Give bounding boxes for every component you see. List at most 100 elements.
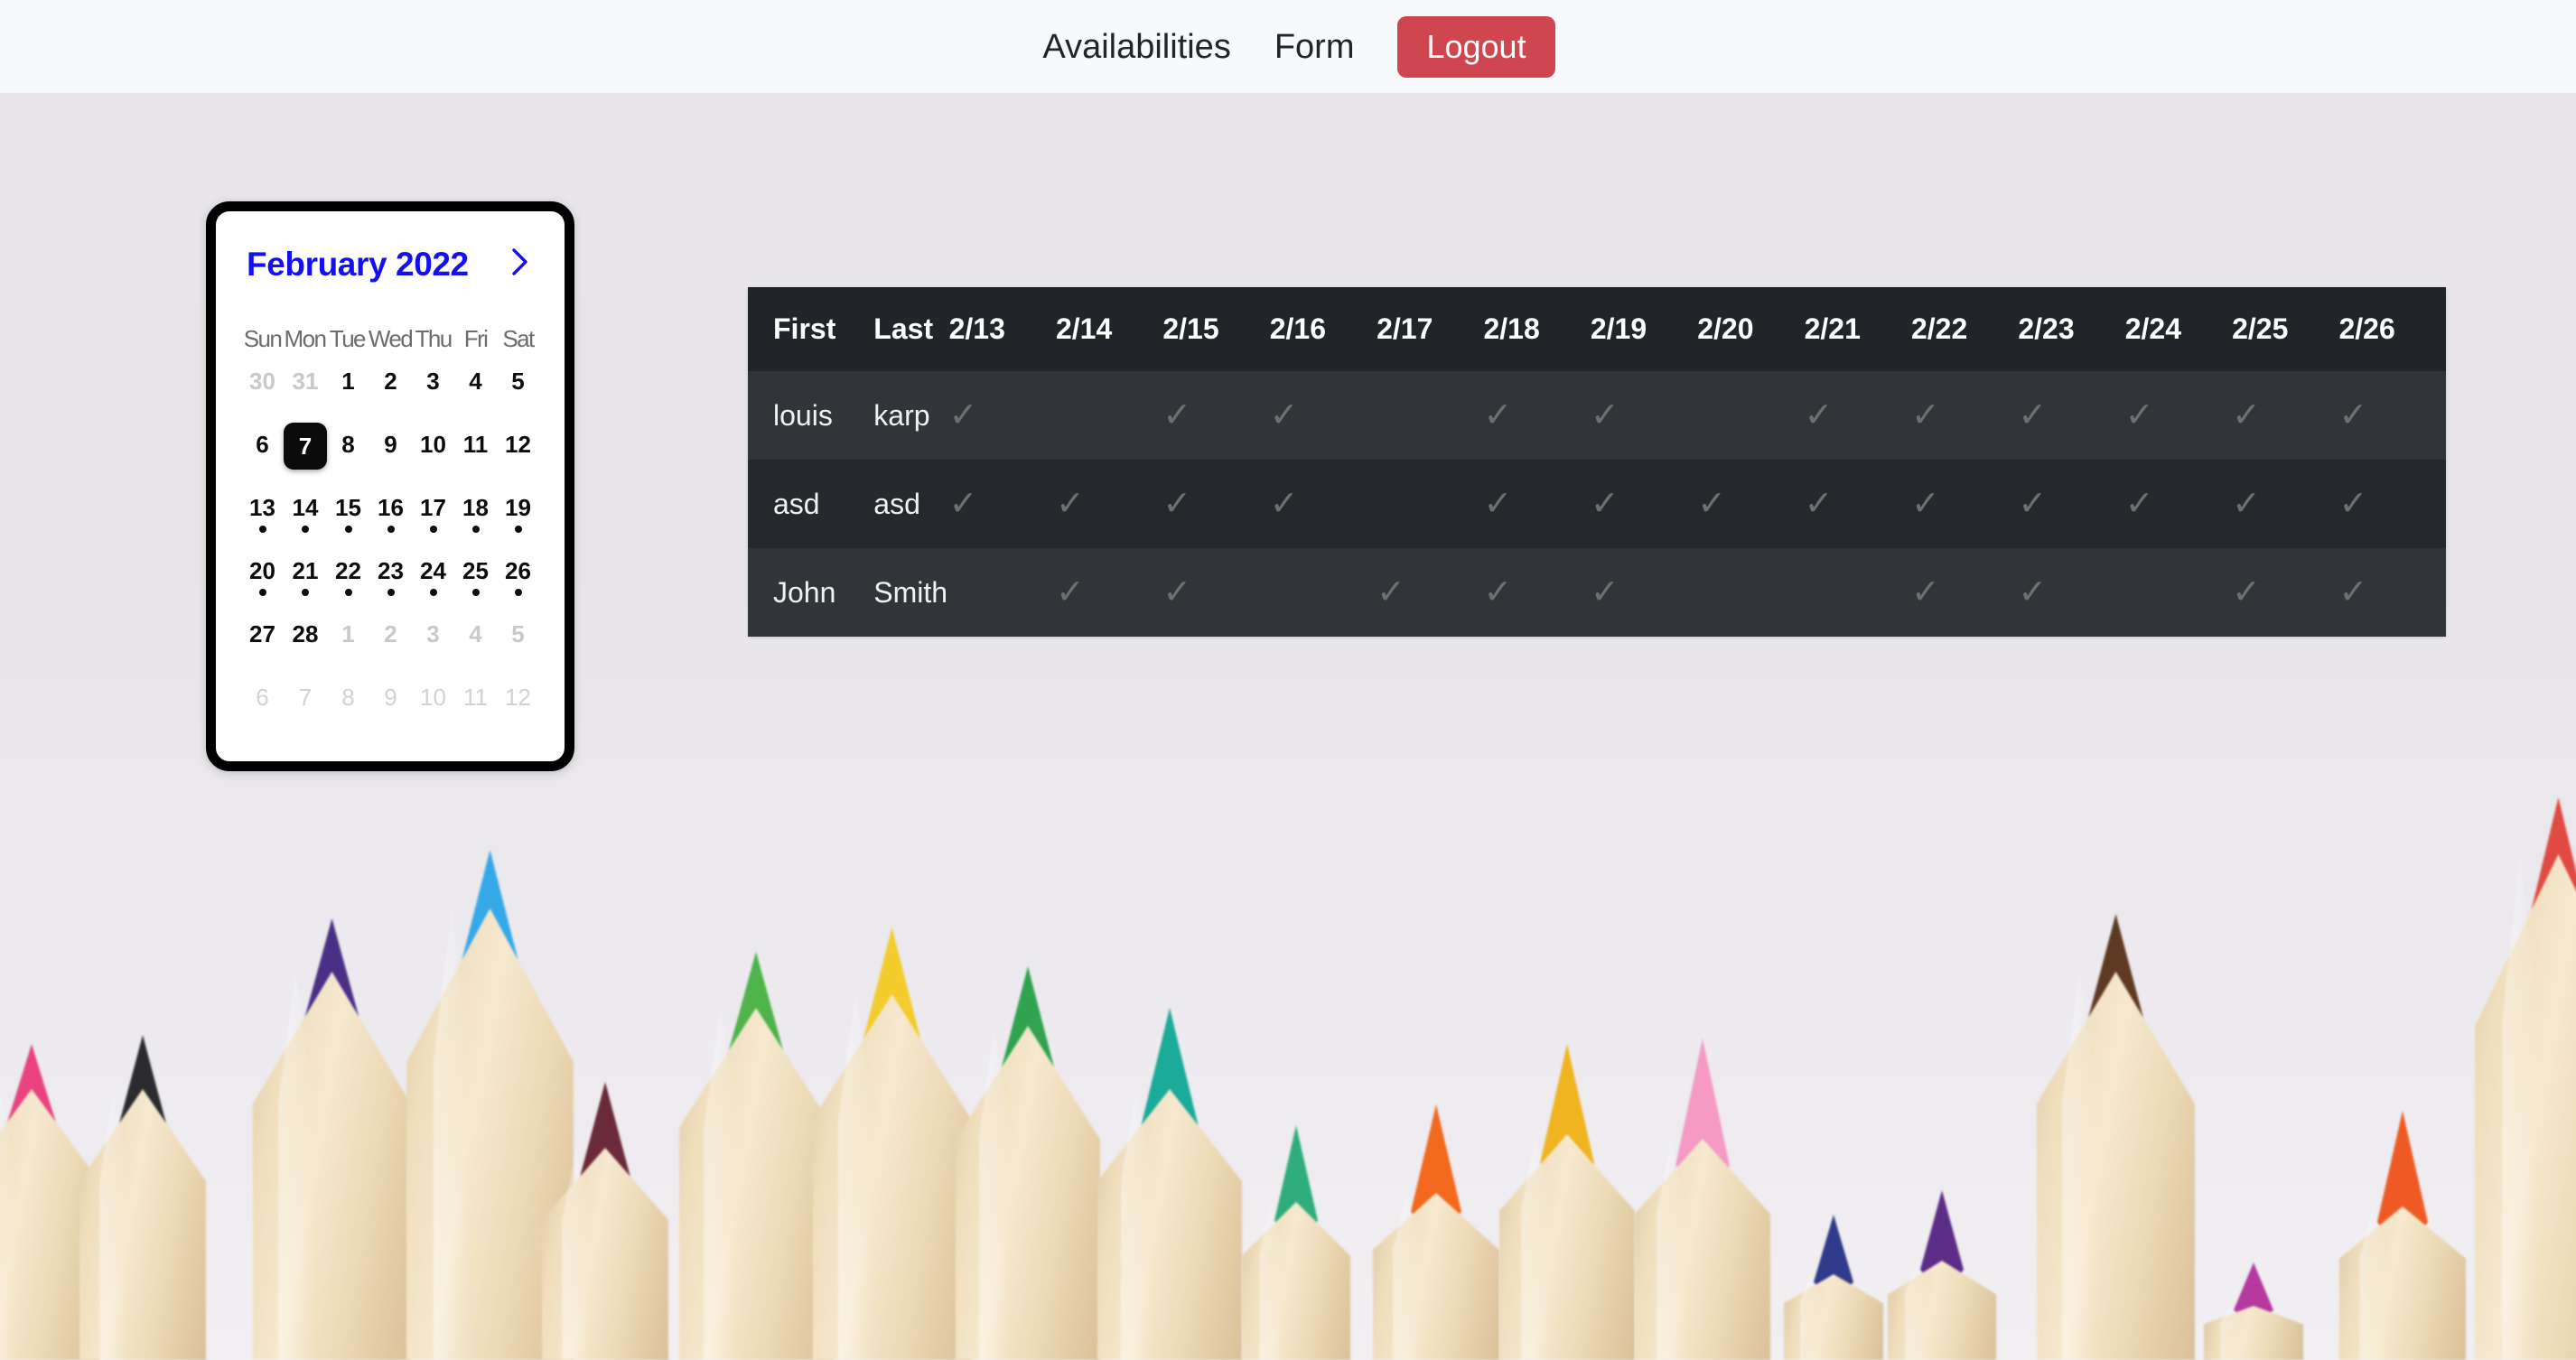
cell-availability-2-13[interactable]: ✓ — [948, 548, 1056, 637]
cell-availability-2-14[interactable]: ✓ — [1055, 371, 1163, 460]
cell-availability-2-20[interactable]: ✓ — [1697, 371, 1805, 460]
calendar-day-availability-dot — [344, 526, 352, 533]
cell-availability-2-23[interactable]: ✓ — [2018, 371, 2125, 460]
table-header-last: Last — [848, 287, 949, 371]
calendar-day-3[interactable]: 3 — [412, 368, 454, 431]
cell-availability-2-17[interactable]: ✓ — [1377, 460, 1484, 548]
cell-availability-2-20[interactable]: ✓ — [1697, 548, 1805, 637]
logout-button[interactable]: Logout — [1397, 15, 1555, 78]
cell-availability-2-16[interactable]: ✓ — [1269, 548, 1377, 637]
cell-availability-2-22[interactable]: ✓ — [1910, 371, 2019, 460]
calendar-day-5[interactable]: 5 — [497, 368, 539, 431]
calendar-day-28[interactable]: 28 — [284, 620, 327, 684]
calendar-day-8[interactable]: 8 — [327, 684, 369, 747]
calendar-day-number: 27 — [249, 620, 275, 647]
cell-availability-2-26[interactable]: ✓ — [2338, 460, 2446, 548]
calendar-day-14[interactable]: 14 — [284, 494, 327, 557]
calendar-day-1[interactable]: 1 — [327, 368, 369, 431]
calendar-day-11[interactable]: 11 — [454, 431, 497, 494]
calendar-day-6[interactable]: 6 — [241, 431, 284, 494]
cell-availability-2-24[interactable]: ✓ — [2124, 460, 2233, 548]
cell-availability-2-19[interactable]: ✓ — [1590, 371, 1698, 460]
cell-availability-2-23[interactable]: ✓ — [2018, 548, 2125, 637]
calendar-day-10[interactable]: 10 — [412, 431, 454, 494]
cell-availability-2-26[interactable]: ✓ — [2338, 371, 2446, 460]
cell-availability-2-16[interactable]: ✓ — [1269, 371, 1377, 460]
calendar-day-24[interactable]: 24 — [412, 557, 454, 620]
pencil-5 — [542, 1039, 668, 1360]
cell-availability-2-13[interactable]: ✓ — [948, 460, 1056, 548]
calendar-day-22[interactable]: 22 — [327, 557, 369, 620]
calendar-day-16[interactable]: 16 — [369, 494, 412, 557]
cell-availability-2-15[interactable]: ✓ — [1162, 548, 1270, 637]
calendar-day-30[interactable]: 30 — [241, 368, 284, 431]
cell-availability-2-18[interactable]: ✓ — [1483, 460, 1591, 548]
cell-availability-2-25[interactable]: ✓ — [2232, 460, 2339, 548]
calendar-day-10[interactable]: 10 — [412, 684, 454, 747]
calendar-day-20[interactable]: 20 — [241, 557, 284, 620]
nav-link-availabilities[interactable]: Availabilities — [1021, 30, 1252, 64]
cell-availability-2-24[interactable]: ✓ — [2124, 371, 2233, 460]
table-row: JohnSmith✓✓✓✓✓✓✓✓✓✓✓✓✓✓ — [748, 548, 2446, 637]
calendar-day-7[interactable]: 7 — [284, 423, 327, 494]
calendar-day-4[interactable]: 4 — [454, 368, 497, 431]
calendar-day-2[interactable]: 2 — [369, 620, 412, 684]
calendar-day-2[interactable]: 2 — [369, 368, 412, 431]
calendar-day-15[interactable]: 15 — [327, 494, 369, 557]
calendar-day-7[interactable]: 7 — [284, 684, 327, 747]
calendar-day-6[interactable]: 6 — [241, 684, 284, 747]
calendar-day-12[interactable]: 12 — [497, 431, 539, 494]
calendar-header: February 2022 — [241, 246, 539, 284]
cell-availability-2-18[interactable]: ✓ — [1483, 371, 1591, 460]
calendar-day-12[interactable]: 12 — [497, 684, 539, 747]
calendar-day-11[interactable]: 11 — [454, 684, 497, 747]
check-icon: ✓ — [1590, 396, 1619, 434]
cell-availability-2-18[interactable]: ✓ — [1483, 548, 1591, 637]
calendar-day-8[interactable]: 8 — [327, 431, 369, 494]
cell-availability-2-14[interactable]: ✓ — [1055, 460, 1163, 548]
calendar-day-4[interactable]: 4 — [454, 620, 497, 684]
calendar-day-19[interactable]: 19 — [497, 494, 539, 557]
calendar-day-9[interactable]: 9 — [369, 684, 412, 747]
cell-availability-2-24[interactable]: ✓ — [2124, 548, 2233, 637]
calendar-day-26[interactable]: 26 — [497, 557, 539, 620]
check-icon: ✓ — [1377, 573, 1405, 611]
calendar-day-5[interactable]: 5 — [497, 620, 539, 684]
check-icon: ✓ — [1269, 484, 1299, 523]
cell-availability-2-25[interactable]: ✓ — [2232, 548, 2339, 637]
check-icon: ✓ — [1269, 396, 1299, 434]
calendar-day-1[interactable]: 1 — [327, 620, 369, 684]
cell-availability-2-13[interactable]: ✓ — [948, 371, 1056, 460]
calendar-day-13[interactable]: 13 — [241, 494, 284, 557]
nav-link-form[interactable]: Form — [1253, 30, 1377, 64]
cell-availability-2-21[interactable]: ✓ — [1804, 548, 1911, 637]
cell-availability-2-19[interactable]: ✓ — [1590, 548, 1698, 637]
calendar-day-3[interactable]: 3 — [412, 620, 454, 684]
cell-availability-2-20[interactable]: ✓ — [1697, 460, 1805, 548]
cell-availability-2-21[interactable]: ✓ — [1804, 371, 1911, 460]
cell-availability-2-22[interactable]: ✓ — [1910, 548, 2019, 637]
cell-availability-2-22[interactable]: ✓ — [1910, 460, 2019, 548]
cell-availability-2-17[interactable]: ✓ — [1377, 548, 1484, 637]
calendar-day-number: 18 — [462, 494, 489, 521]
calendar-day-23[interactable]: 23 — [369, 557, 412, 620]
cell-availability-2-26[interactable]: ✓ — [2338, 548, 2446, 637]
cell-availability-2-16[interactable]: ✓ — [1269, 460, 1377, 548]
cell-availability-2-17[interactable]: ✓ — [1377, 371, 1484, 460]
cell-availability-2-19[interactable]: ✓ — [1590, 460, 1698, 548]
cell-availability-2-14[interactable]: ✓ — [1055, 548, 1163, 637]
cell-availability-2-15[interactable]: ✓ — [1162, 460, 1270, 548]
cell-availability-2-23[interactable]: ✓ — [2018, 460, 2125, 548]
calendar-day-9[interactable]: 9 — [369, 431, 412, 494]
calendar-day-18[interactable]: 18 — [454, 494, 497, 557]
chevron-right-icon[interactable] — [501, 247, 534, 283]
table-header-2-24: 2/24 — [2124, 287, 2233, 371]
cell-availability-2-25[interactable]: ✓ — [2232, 371, 2339, 460]
cell-availability-2-15[interactable]: ✓ — [1162, 371, 1270, 460]
calendar-day-25[interactable]: 25 — [454, 557, 497, 620]
calendar-day-31[interactable]: 31 — [284, 368, 327, 431]
calendar-day-21[interactable]: 21 — [284, 557, 327, 620]
calendar-day-27[interactable]: 27 — [241, 620, 284, 684]
cell-availability-2-21[interactable]: ✓ — [1804, 460, 1911, 548]
calendar-day-17[interactable]: 17 — [412, 494, 454, 557]
